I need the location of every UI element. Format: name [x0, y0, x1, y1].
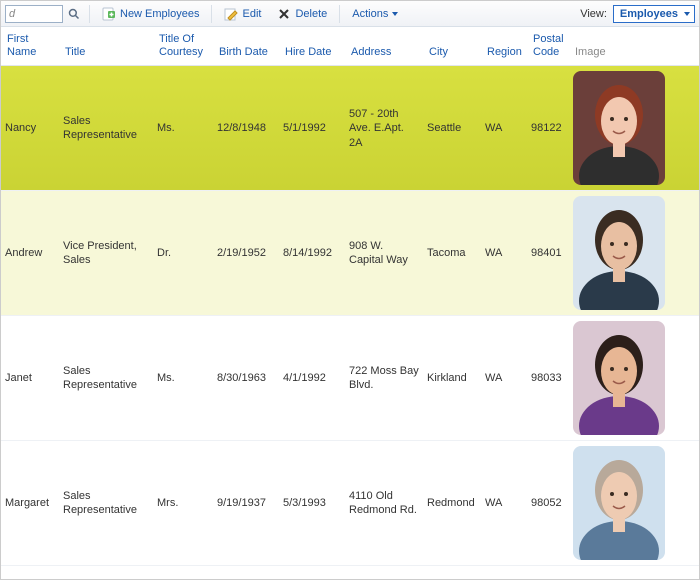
separator	[339, 5, 340, 23]
avatar	[573, 71, 665, 185]
search-icon	[68, 8, 80, 20]
cell-image	[569, 191, 681, 315]
toolbar: New Employees Edit Delete Actions View: …	[1, 1, 699, 27]
grid-header: First Name Title Title Of Courtesy Birth…	[1, 27, 699, 66]
new-employees-label: New Employees	[120, 8, 199, 20]
delete-label: Delete	[295, 8, 327, 20]
cell-hire-date: 5/3/1993	[279, 494, 345, 512]
cell-city: Kirkland	[423, 369, 481, 387]
cell-image	[569, 66, 681, 190]
employees-grid: First Name Title Title Of Courtesy Birth…	[1, 27, 699, 566]
table-row[interactable]: Margaret Sales Representative Mrs. 9/19/…	[1, 441, 699, 566]
col-hire-date[interactable]: Hire Date	[281, 44, 347, 61]
cell-title: Sales Representative	[59, 362, 153, 395]
cell-courtesy: Ms.	[153, 119, 213, 137]
actions-label: Actions	[352, 8, 388, 20]
chevron-down-icon	[392, 12, 398, 16]
col-address[interactable]: Address	[347, 44, 425, 61]
view-label: View:	[580, 8, 607, 20]
view-select[interactable]: Employees	[613, 5, 695, 23]
cell-first-name: Margaret	[1, 494, 59, 512]
table-row[interactable]: Janet Sales Representative Ms. 8/30/1963…	[1, 316, 699, 441]
table-row[interactable]: Nancy Sales Representative Ms. 12/8/1948…	[1, 66, 699, 191]
search-input[interactable]	[5, 5, 63, 23]
cell-first-name: Andrew	[1, 244, 59, 262]
cell-courtesy: Ms.	[153, 369, 213, 387]
cell-address: 908 W. Capital Way	[345, 237, 423, 270]
edit-icon	[224, 7, 238, 21]
col-first-name[interactable]: First Name	[3, 31, 61, 61]
cell-postal: 98122	[527, 119, 569, 137]
cell-image	[569, 316, 681, 440]
cell-postal: 98401	[527, 244, 569, 262]
cell-address: 507 - 20th Ave. E.Apt. 2A	[345, 105, 423, 152]
cell-city: Tacoma	[423, 244, 481, 262]
new-icon	[102, 7, 116, 21]
col-image: Image	[571, 44, 683, 61]
cell-birth-date: 12/8/1948	[213, 119, 279, 137]
cell-city: Redmond	[423, 494, 481, 512]
cell-region: WA	[481, 244, 527, 262]
cell-first-name: Janet	[1, 369, 59, 387]
cell-region: WA	[481, 369, 527, 387]
delete-icon	[277, 7, 291, 21]
cell-first-name: Nancy	[1, 119, 59, 137]
avatar	[573, 321, 665, 435]
cell-hire-date: 5/1/1992	[279, 119, 345, 137]
cell-birth-date: 9/19/1937	[213, 494, 279, 512]
cell-courtesy: Mrs.	[153, 494, 213, 512]
table-row[interactable]: Andrew Vice President, Sales Dr. 2/19/19…	[1, 191, 699, 316]
cell-birth-date: 2/19/1952	[213, 244, 279, 262]
avatar	[573, 196, 665, 310]
edit-label: Edit	[242, 8, 261, 20]
cell-address: 4110 Old Redmond Rd.	[345, 487, 423, 520]
cell-image	[569, 441, 681, 565]
new-employees-button[interactable]: New Employees	[96, 5, 205, 23]
cell-address: 722 Moss Bay Blvd.	[345, 362, 423, 395]
col-title[interactable]: Title	[61, 44, 155, 61]
grid-body: Nancy Sales Representative Ms. 12/8/1948…	[1, 66, 699, 566]
cell-hire-date: 4/1/1992	[279, 369, 345, 387]
cell-hire-date: 8/14/1992	[279, 244, 345, 262]
actions-button[interactable]: Actions	[346, 6, 404, 22]
cell-postal: 98033	[527, 369, 569, 387]
col-postal[interactable]: Postal Code	[529, 31, 571, 61]
cell-postal: 98052	[527, 494, 569, 512]
view-selected-label: Employees	[620, 8, 678, 20]
delete-button[interactable]: Delete	[271, 5, 333, 23]
cell-title: Sales Representative	[59, 112, 153, 145]
col-courtesy[interactable]: Title Of Courtesy	[155, 31, 215, 61]
cell-courtesy: Dr.	[153, 244, 213, 262]
cell-region: WA	[481, 119, 527, 137]
col-city[interactable]: City	[425, 44, 483, 61]
cell-region: WA	[481, 494, 527, 512]
col-region[interactable]: Region	[483, 44, 529, 61]
search-button[interactable]	[65, 5, 83, 23]
cell-title: Sales Representative	[59, 487, 153, 520]
separator	[211, 5, 212, 23]
avatar	[573, 446, 665, 560]
separator	[89, 5, 90, 23]
cell-birth-date: 8/30/1963	[213, 369, 279, 387]
chevron-down-icon	[684, 12, 690, 16]
edit-button[interactable]: Edit	[218, 5, 267, 23]
col-birth-date[interactable]: Birth Date	[215, 44, 281, 61]
cell-city: Seattle	[423, 119, 481, 137]
cell-title: Vice President, Sales	[59, 237, 153, 270]
